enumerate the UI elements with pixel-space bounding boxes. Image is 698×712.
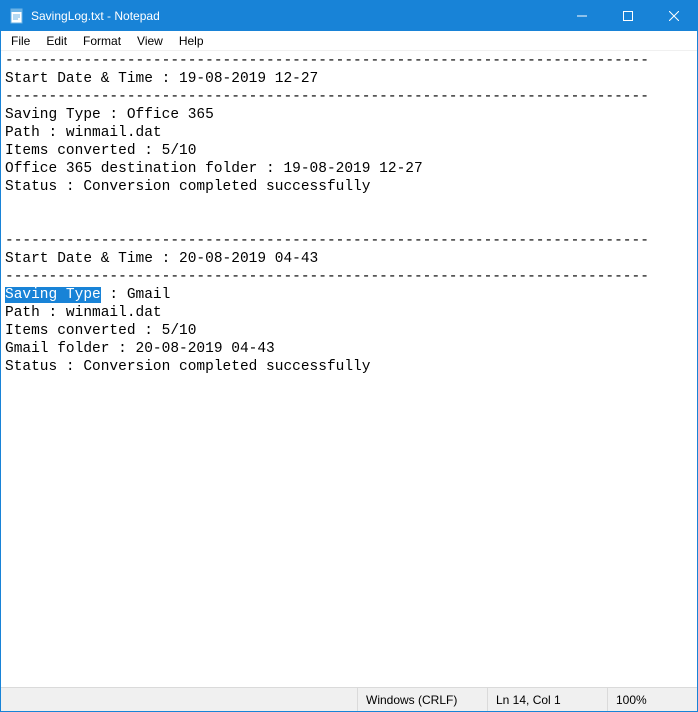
menu-format[interactable]: Format [75,32,129,50]
menu-help[interactable]: Help [171,32,212,50]
divider: ----------------------------------------… [5,89,649,105]
menubar: File Edit Format View Help [1,31,697,51]
statusbar: Windows (CRLF) Ln 14, Col 1 100% [1,687,697,711]
line-dest-1: Office 365 destination folder : 19-08-20… [5,161,423,177]
text-editor[interactable]: ----------------------------------------… [1,51,697,687]
window-title: SavingLog.txt - Notepad [31,9,160,23]
line-dest-2: Gmail folder : 20-08-2019 04-43 [5,341,275,357]
menu-edit[interactable]: Edit [38,32,75,50]
maximize-button[interactable] [605,1,651,31]
minimize-button[interactable] [559,1,605,31]
line-start-2: Start Date & Time : 20-08-2019 04-43 [5,251,318,267]
line-items-2: Items converted : 5/10 [5,323,196,339]
menu-view[interactable]: View [129,32,171,50]
statusbar-zoom: 100% [607,688,697,711]
line-items-1: Items converted : 5/10 [5,143,196,159]
divider: ----------------------------------------… [5,53,649,69]
statusbar-position: Ln 14, Col 1 [487,688,607,711]
close-button[interactable] [651,1,697,31]
divider: ----------------------------------------… [5,233,649,249]
menu-file[interactable]: File [3,32,38,50]
line-type-1: Saving Type : Office 365 [5,107,214,123]
line-start-1: Start Date & Time : 19-08-2019 12-27 [5,71,318,87]
line-path-1: Path : winmail.dat [5,125,162,141]
notepad-icon [9,8,25,24]
divider: ----------------------------------------… [5,269,649,285]
statusbar-spacer [1,688,357,711]
line-path-2: Path : winmail.dat [5,305,162,321]
line-type-2-rest: : Gmail [101,287,171,303]
line-status-1: Status : Conversion completed successful… [5,179,370,195]
selected-text: Saving Type [5,287,101,303]
line-status-2: Status : Conversion completed successful… [5,359,370,375]
notepad-window: SavingLog.txt - Notepad File Edit Format… [0,0,698,712]
titlebar[interactable]: SavingLog.txt - Notepad [1,1,697,31]
statusbar-encoding: Windows (CRLF) [357,688,487,711]
